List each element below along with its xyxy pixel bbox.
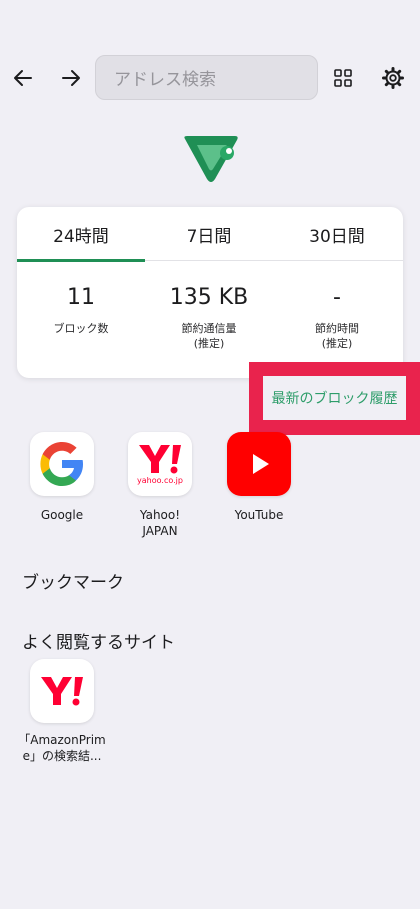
- tab-selected-indicator: [17, 259, 145, 262]
- label-line2: e」の検索結...: [22, 749, 102, 763]
- stat-value: 135 KB: [169, 285, 249, 310]
- block-stats-card: 24時間 7日間 30日間 11 ブロック数 135 KB 節約通信量 (推定)…: [17, 207, 403, 378]
- yahoo-icon: yahoo.co.jp: [128, 432, 192, 496]
- stat-data-saved: 135 KB 節約通信量 (推定): [145, 281, 273, 351]
- stat-value: -: [333, 285, 341, 310]
- shortcut-youtube[interactable]: YouTube: [214, 432, 304, 523]
- app-logo: [181, 133, 241, 185]
- settings-button[interactable]: [370, 55, 416, 101]
- frequent-sites-heading: よく閲覧するサイト: [22, 633, 175, 653]
- shortcut-google[interactable]: Google: [17, 432, 107, 523]
- tab-24h[interactable]: 24時間: [17, 207, 145, 261]
- tabs-button[interactable]: [322, 55, 364, 101]
- gear-icon: [382, 67, 404, 89]
- frequent-site-item[interactable]: 「AmazonPrim e」の検索結...: [18, 659, 106, 764]
- tab-30d[interactable]: 30日間: [273, 207, 401, 261]
- stat-sublabel: (推定): [321, 337, 353, 350]
- stat-block-count: 11 ブロック数: [17, 281, 145, 336]
- bookmarks-heading: ブックマーク: [22, 573, 124, 593]
- label-line1: Yahoo!: [139, 508, 181, 522]
- browser-toolbar: アドレス検索: [0, 55, 420, 101]
- grid-icon: [334, 69, 352, 87]
- block-history-link[interactable]: 最新のブロック履歴: [263, 376, 406, 420]
- tab-7d[interactable]: 7日間: [145, 207, 273, 261]
- google-icon: [30, 432, 94, 496]
- label-line1: 「AmazonPrim: [18, 733, 106, 747]
- yahoo-icon: [30, 659, 94, 723]
- stat-time-saved: - 節約時間 (推定): [273, 281, 401, 351]
- shortcut-label: Google: [40, 508, 84, 522]
- youtube-icon: [227, 432, 291, 496]
- stat-sublabel: (推定): [193, 337, 225, 350]
- address-placeholder: アドレス検索: [114, 70, 216, 90]
- stat-label: 節約時間: [315, 322, 359, 335]
- stat-label: 節約通信量: [181, 322, 237, 335]
- label-line2: JAPAN: [142, 524, 178, 538]
- arrow-left-icon: [14, 70, 32, 86]
- period-tabs: 24時間 7日間 30日間: [17, 207, 403, 262]
- shortcut-label: YouTube: [234, 508, 284, 522]
- forward-button[interactable]: [48, 55, 94, 101]
- yahoo-icon-caption: yahoo.co.jp: [137, 476, 183, 485]
- arrow-right-icon: [62, 70, 80, 86]
- back-button[interactable]: [0, 55, 46, 101]
- shortcut-yahoo[interactable]: yahoo.co.jp Yahoo! JAPAN: [115, 432, 205, 539]
- shortcut-label: Yahoo! JAPAN: [115, 507, 205, 539]
- frequent-site-label: 「AmazonPrim e」の検索結...: [18, 732, 106, 764]
- stat-value: 11: [67, 285, 95, 310]
- stat-label: ブロック数: [53, 322, 109, 335]
- shield-logo-icon: [184, 136, 238, 182]
- address-search-input[interactable]: アドレス検索: [95, 55, 318, 100]
